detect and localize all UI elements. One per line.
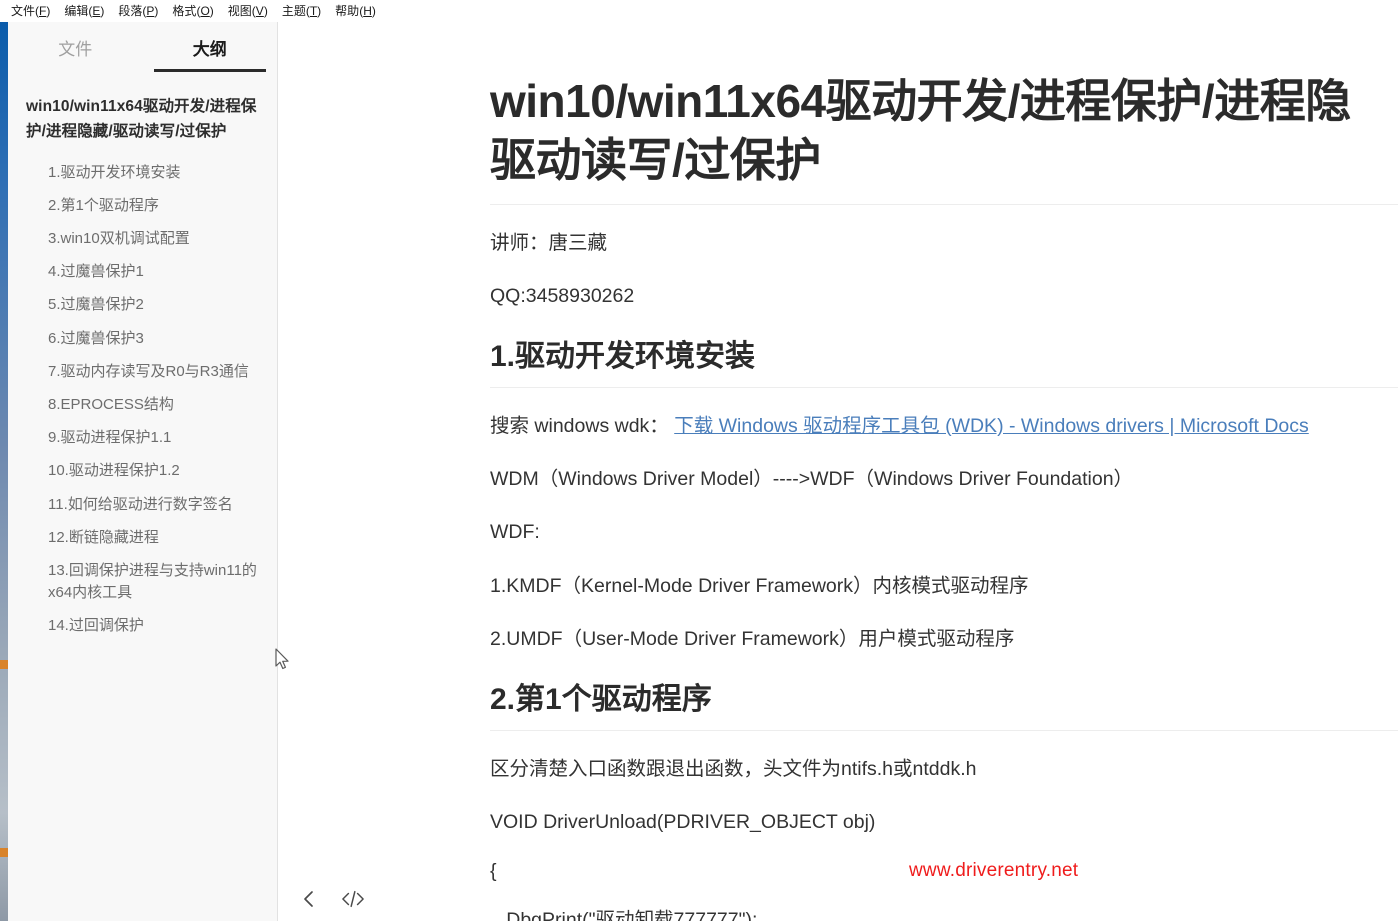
menu-item-theme[interactable]: 主题(T)	[275, 0, 328, 22]
menu-label-view: 视图	[227, 4, 252, 18]
desktop-background-strip	[0, 22, 8, 921]
outline-list: 1.驱动开发环境安装 2.第1个驱动程序 3.win10双机调试配置 4.过魔兽…	[26, 156, 263, 643]
document-title-line2: 驱动读写/过保护	[490, 133, 821, 186]
umdf-line: 2.UMDF（User-Mode Driver Framework）用户模式驱动…	[490, 627, 1015, 650]
outline-item-2[interactable]: 2.第1个驱动程序	[26, 189, 263, 222]
outline-item-4[interactable]: 4.过魔兽保护1	[26, 256, 263, 289]
menu-mnemonic-paragraph: P	[146, 4, 155, 18]
menu-item-format[interactable]: 格式(O)	[165, 0, 220, 22]
outline-item-12[interactable]: 12.断链隐藏进程	[26, 521, 263, 554]
menu-mnemonic-view: V	[255, 4, 264, 18]
menu-item-view[interactable]: 视图(V)	[221, 0, 275, 22]
menu-label-help: 帮助	[335, 4, 360, 18]
sidebar-panel: 文件 大纲 win10/win11x64驱动开发/进程保护/进程隐藏/驱动读写/…	[8, 22, 278, 921]
wdm-wdf-line: WDM（Windows Driver Model）---->WDF（Window…	[490, 468, 1134, 490]
outline-item-1[interactable]: 1.驱动开发环境安装	[26, 156, 263, 189]
wdk-search-line: 搜索 windows wdk： 下载 Windows 驱动程序工具包 (WDK)…	[490, 412, 1398, 441]
wdk-search-prefix: 搜索 windows wdk：	[490, 414, 669, 437]
wdk-download-link[interactable]: 下载 Windows 驱动程序工具包 (WDK) - Windows drive…	[674, 415, 1309, 437]
desktop-icon-1	[0, 660, 8, 669]
qq-line: QQ:3458930262	[490, 285, 635, 307]
entry-exit-note: 区分清楚入口函数跟退出函数，头文件为ntifs.h或ntddk.h	[490, 757, 977, 780]
outline-item-7[interactable]: 7.驱动内存读写及R0与R3通信	[26, 355, 263, 388]
wdf-label-line: WDF:	[490, 521, 540, 544]
code-line-driverunload: VOID DriverUnload(PDRIVER_OBJECT obj)	[490, 810, 876, 833]
menu-mnemonic-edit: E	[92, 4, 101, 18]
outline-item-14[interactable]: 14.过回调保护	[26, 610, 263, 643]
menu-item-help[interactable]: 帮助(H)	[328, 0, 383, 22]
outline-item-10[interactable]: 10.驱动进程保护1.2	[26, 455, 263, 488]
outline-item-13[interactable]: 13.回调保护进程与支持win11的x64内核工具	[26, 554, 263, 609]
outline-item-5[interactable]: 5.过魔兽保护2	[26, 289, 263, 322]
menu-item-file[interactable]: 文件(F)	[4, 0, 57, 22]
document-body: win10/win11x64驱动开发/进程保护/进程隐 驱动读写/过保护 讲师：…	[490, 22, 1398, 921]
menu-item-edit[interactable]: 编辑(E)	[57, 0, 111, 22]
outline-root-title[interactable]: win10/win11x64驱动开发/进程保护/进程隐藏/驱动读写/过保护	[26, 94, 263, 144]
kmdf-line: 1.KMDF（Kernel-Mode Driver Framework）内核模式…	[490, 574, 1029, 597]
outline-item-8[interactable]: 8.EPROCESS结构	[26, 389, 263, 422]
menu-label-file: 文件	[11, 4, 36, 18]
document-pane[interactable]: win10/win11x64驱动开发/进程保护/进程隐 驱动读写/过保护 讲师：…	[279, 22, 1398, 921]
menu-bar: 文件(F) 编辑(E) 段落(P) 格式(O) 视图(V) 主题(T) 帮助(H…	[0, 0, 1398, 22]
document-title-line1: win10/win11x64驱动开发/进程保护/进程隐	[490, 75, 1351, 127]
menu-mnemonic-file: F	[39, 4, 47, 18]
outline-container: win10/win11x64驱动开发/进程保护/进程隐藏/驱动读写/过保护 1.…	[8, 72, 277, 653]
desktop-icon-2	[0, 848, 8, 857]
menu-label-paragraph: 段落	[118, 4, 143, 18]
menu-item-paragraph[interactable]: 段落(P)	[111, 0, 165, 22]
menu-label-format: 格式	[172, 4, 197, 18]
outline-item-11[interactable]: 11.如何给驱动进行数字签名	[26, 488, 263, 521]
menu-mnemonic-help: H	[363, 4, 372, 18]
app-window: 文件(F) 编辑(E) 段落(P) 格式(O) 视图(V) 主题(T) 帮助(H…	[0, 0, 1398, 921]
menu-mnemonic-format: O	[200, 4, 210, 18]
outline-item-6[interactable]: 6.过魔兽保护3	[26, 322, 263, 355]
code-line-dbgprint: DbgPrint("驱动卸载777777");	[490, 909, 758, 921]
tab-files[interactable]: 文件	[8, 22, 143, 72]
heading-section-2: 2.第1个驱动程序	[490, 680, 1398, 731]
menu-mnemonic-theme: T	[309, 4, 318, 18]
document-title: win10/win11x64驱动开发/进程保护/进程隐 驱动读写/过保护	[490, 72, 1398, 205]
menu-label-theme: 主题	[281, 4, 306, 18]
menu-label-edit: 编辑	[64, 4, 89, 18]
bottom-toolbar	[288, 877, 398, 921]
chevron-left-icon[interactable]	[298, 888, 320, 910]
outline-item-9[interactable]: 9.驱动进程保护1.1	[26, 422, 263, 455]
heading-section-1: 1.驱动开发环境安装	[490, 337, 1398, 388]
watermark: www.driverentry.net	[909, 860, 1079, 881]
tab-outline[interactable]: 大纲	[143, 22, 278, 72]
sidebar-tabs: 文件 大纲	[8, 22, 277, 72]
code-view-icon[interactable]	[342, 888, 364, 910]
outline-item-3[interactable]: 3.win10双机调试配置	[26, 223, 263, 256]
lecturer-line: 讲师：唐三藏	[490, 231, 608, 254]
